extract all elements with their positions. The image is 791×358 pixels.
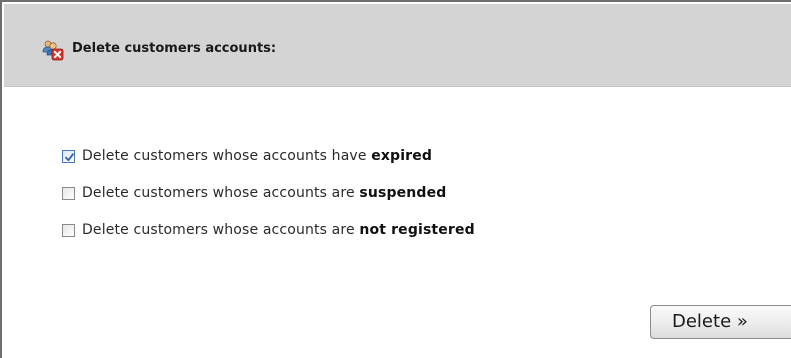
suspended-label-prefix: Delete customers whose accounts are [82, 185, 360, 201]
expired-label-emphasis: expired [371, 148, 433, 164]
option-not-registered[interactable]: Delete customers whose accounts are not … [62, 220, 475, 240]
suspended-label-emphasis: suspended [359, 185, 447, 201]
suspended-label: Delete customers whose accounts are susp… [82, 185, 446, 201]
option-expired[interactable]: Delete customers whose accounts have exp… [62, 146, 432, 166]
expired-label: Delete customers whose accounts have exp… [82, 148, 432, 164]
checkmark-icon [65, 152, 74, 161]
expired-checkbox[interactable] [62, 149, 75, 163]
expired-label-prefix: Delete customers whose accounts have [82, 148, 372, 164]
delete-customers-icon [42, 39, 64, 61]
not-registered-label-emphasis: not registered [359, 222, 475, 238]
not-registered-checkbox[interactable] [62, 223, 75, 237]
not-registered-label: Delete customers whose accounts are not … [82, 222, 475, 238]
panel-header: Delete customers accounts: [4, 4, 791, 87]
not-registered-label-prefix: Delete customers whose accounts are [82, 222, 360, 238]
suspended-checkbox[interactable] [62, 186, 75, 200]
delete-customers-panel: Delete customers accounts: Delete custom… [0, 0, 791, 358]
panel-title: Delete customers accounts: [72, 41, 277, 56]
delete-button[interactable]: Delete » [650, 305, 791, 339]
option-suspended[interactable]: Delete customers whose accounts are susp… [62, 183, 446, 203]
